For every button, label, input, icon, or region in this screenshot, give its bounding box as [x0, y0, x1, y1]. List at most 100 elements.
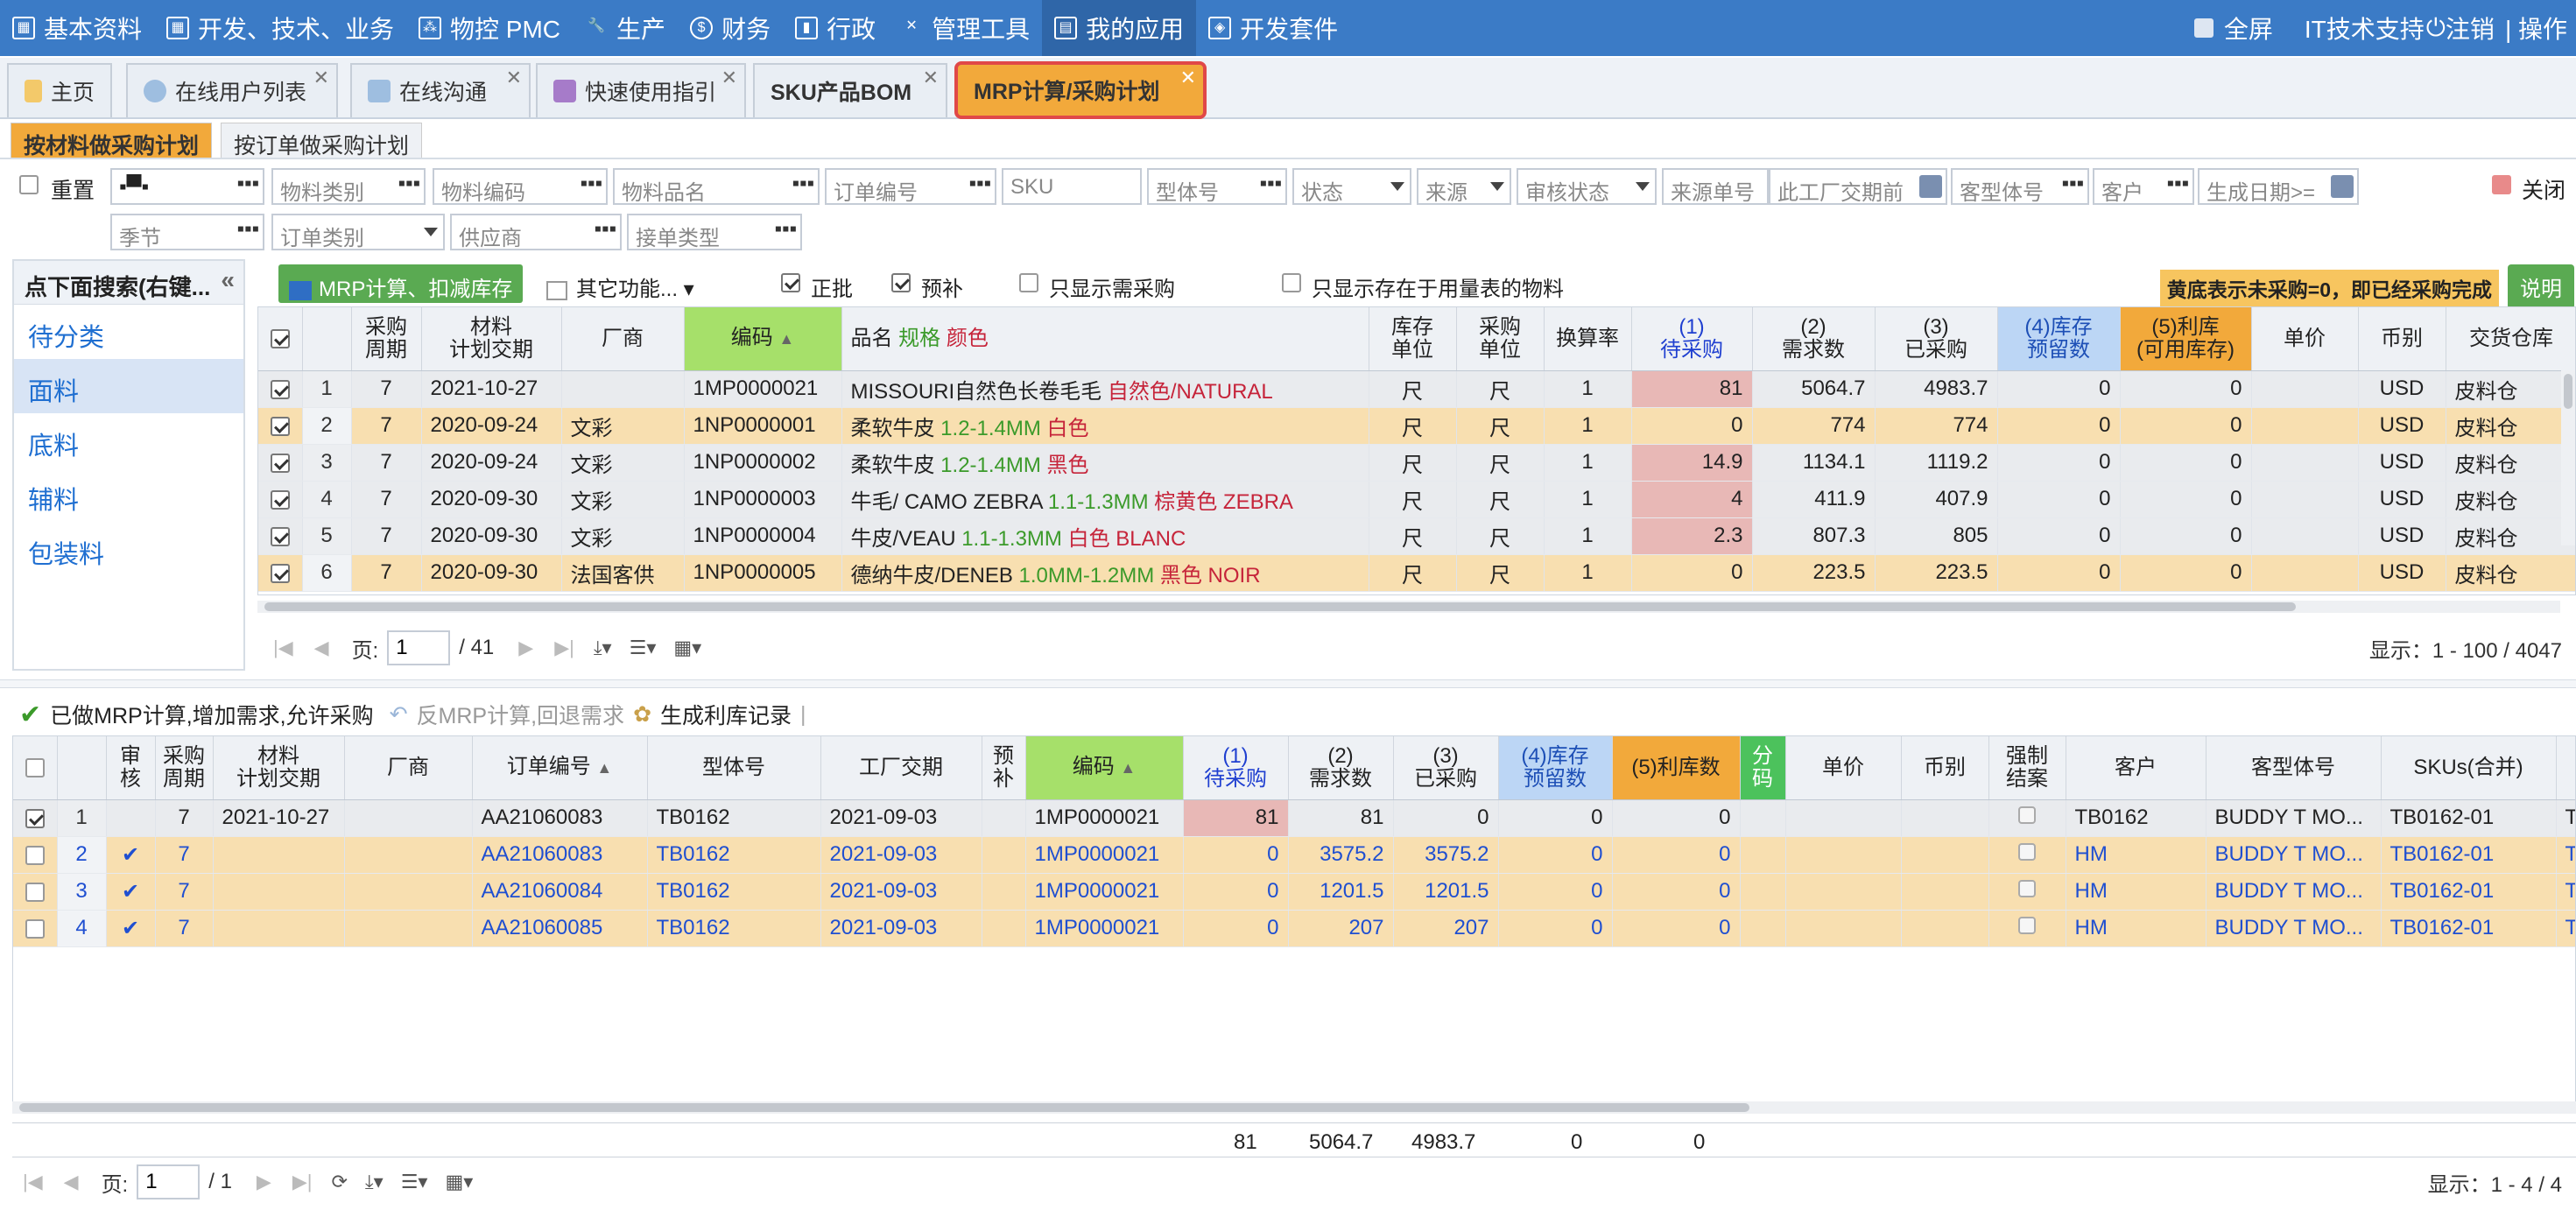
next-page-icon[interactable]: ▶: [257, 1171, 271, 1193]
col-purchased[interactable]: (3) 已采购: [1393, 736, 1499, 800]
subtab-by-material[interactable]: 按材料做采购计划: [11, 123, 213, 158]
last-page-icon[interactable]: ▶|: [554, 637, 574, 659]
table-row[interactable]: 1 7 2021-10-27 1MP0000021 MISSOURI自然色长卷毛毛 自然…: [258, 370, 2575, 408]
prev-page-icon[interactable]: ◀: [314, 637, 329, 659]
logout-link[interactable]: 注销: [2446, 11, 2495, 46]
force-close-cell[interactable]: [1988, 836, 2066, 874]
col-plan-date[interactable]: 材料 计划交期: [421, 307, 562, 371]
filter-source-no[interactable]: 来源单号: [1662, 168, 1769, 205]
first-page-icon[interactable]: |◀: [273, 637, 293, 659]
select-all-checkbox-cell[interactable]: [258, 307, 303, 371]
fullscreen-label[interactable]: 全屏: [2224, 11, 2273, 46]
filter-field-0[interactable]: ▪▀▪ ▪▪▪: [110, 168, 264, 205]
col-customer[interactable]: 客户: [2066, 736, 2206, 800]
last-page-icon[interactable]: ▶|: [292, 1171, 313, 1193]
nav-pmc[interactable]: ⁂ 物控 PMC: [406, 0, 573, 56]
reset-label[interactable]: 重置: [51, 173, 95, 205]
table-row[interactable]: 5 7 2020-09-30 文彩 1NP0000004 牛皮/VEAU 1.1-1.3M…: [258, 517, 2575, 555]
list-view-icon[interactable]: ☰▾: [401, 1171, 428, 1193]
col-vendor[interactable]: 厂商: [561, 307, 685, 371]
undo-mrp-button[interactable]: 反MRP计算,回退需求: [417, 699, 625, 730]
fullscreen-checkbox[interactable]: [2193, 18, 2214, 38]
generate-record-button[interactable]: 生成利库记录: [660, 699, 792, 730]
table-view-icon[interactable]: ▦▾: [445, 1171, 473, 1193]
category-item-sole[interactable]: 底料: [14, 413, 243, 468]
filter-customer-model[interactable]: 客型体号 ▪▪▪: [1951, 168, 2089, 205]
explain-button[interactable]: 说明: [2508, 264, 2574, 309]
col-demand[interactable]: (2) 需求数: [1288, 736, 1394, 800]
power-icon[interactable]: ⏻: [2426, 14, 2446, 43]
force-close-cell[interactable]: [1988, 873, 2066, 911]
category-item-fabric[interactable]: 面料: [14, 359, 243, 413]
only-need-checkbox[interactable]: [1019, 273, 1038, 292]
close-icon[interactable]: ✕: [923, 67, 939, 89]
col-reserved[interactable]: (4)库存 预留数: [1498, 736, 1613, 800]
list-view-icon[interactable]: ☰▾: [630, 637, 657, 659]
filter-season[interactable]: 季节 ▪▪▪: [110, 214, 264, 250]
first-page-icon[interactable]: |◀: [23, 1171, 43, 1193]
nav-production[interactable]: 🔧 生产: [573, 0, 678, 56]
table-row[interactable]: 3 7 2020-09-24 文彩 1NP0000002 柔软牛皮 1.2-1.4MM 黑…: [258, 444, 2575, 482]
nav-my-apps[interactable]: ▤ 我的应用: [1042, 0, 1197, 56]
filter-material-code[interactable]: 物料编码 ▪▪▪: [433, 168, 608, 205]
subtab-by-order[interactable]: 按订单做采购计划: [221, 123, 423, 158]
col-currency[interactable]: 币别: [2358, 307, 2446, 371]
tab-home[interactable]: 主页: [7, 63, 112, 117]
other-functions-menu[interactable]: 其它功能... ▾: [546, 271, 694, 302]
row-checkbox[interactable]: [270, 453, 290, 473]
table-row[interactable]: 6 7 2020-09-30 法国客供 1NP0000005 德纳牛皮/DENEB 1.0…: [258, 554, 2575, 592]
row-checkbox-cell[interactable]: [13, 836, 58, 874]
filter-order-no[interactable]: 订单编号 ▪▪▪: [825, 168, 996, 205]
close-icon[interactable]: ✕: [721, 67, 737, 89]
force-close-checkbox[interactable]: [2018, 880, 2036, 897]
col-price[interactable]: 单价: [1785, 736, 1902, 800]
row-checkbox-cell[interactable]: [258, 481, 303, 518]
col-yubu[interactable]: 预 补: [982, 736, 1026, 800]
col-order-no[interactable]: 订单编号 ▲: [472, 736, 648, 800]
nav-admin[interactable]: ▮ 行政: [783, 0, 888, 56]
row-checkbox-cell[interactable]: [258, 444, 303, 482]
prev-page-icon[interactable]: ◀: [64, 1171, 79, 1193]
tab-quick-guide[interactable]: 快速使用指引 ✕: [536, 63, 746, 117]
calendar-icon[interactable]: [2331, 175, 2354, 198]
close-icon[interactable]: ✕: [506, 67, 522, 89]
category-item-unclassified[interactable]: 待分类: [14, 305, 243, 359]
page-input[interactable]: [137, 1164, 201, 1199]
vertical-scrollbar[interactable]: [2561, 370, 2575, 545]
filter-audit-status-select[interactable]: 审核状态: [1517, 168, 1657, 205]
col-stock-unit[interactable]: 库存 单位: [1369, 307, 1457, 371]
nav-finance[interactable]: $ 财务: [678, 0, 783, 56]
table-row[interactable]: 4 7 2020-09-30 文彩 1NP0000003 牛毛/ CAMO ZEBRA 1…: [258, 481, 2575, 518]
ops-menu[interactable]: | 操作: [2505, 11, 2567, 46]
row-checkbox[interactable]: [25, 845, 45, 865]
table-row[interactable]: 4 ✔ 7 AA21060085 TB0162 2021-09-03 1MP0000021 0…: [13, 910, 2575, 947]
nav-dev-tech[interactable]: ▦ 开发、技术、业务: [154, 0, 406, 56]
row-checkbox-cell[interactable]: [258, 517, 303, 555]
col-price[interactable]: 单价: [2251, 307, 2359, 371]
col-skus[interactable]: SKUs(合并): [2381, 736, 2557, 800]
close-icon[interactable]: ✕: [1180, 67, 1196, 89]
row-checkbox[interactable]: [25, 882, 45, 902]
filter-customer[interactable]: 客户 ▪▪▪: [2093, 168, 2194, 205]
filter-supplier[interactable]: 供应商 ▪▪▪: [450, 214, 622, 250]
download-icon[interactable]: ⤓▾: [594, 637, 612, 659]
col-currency[interactable]: 币别: [1901, 736, 1989, 800]
material-horizontal-scrollbar[interactable]: [257, 601, 2560, 613]
table-row[interactable]: 1 7 2021-10-27 AA21060083 TB0162 2021-09-03 1M…: [13, 799, 2575, 837]
order-horizontal-scrollbar[interactable]: [12, 1101, 2576, 1114]
col-model[interactable]: 型体号: [647, 736, 821, 800]
col-reserved[interactable]: (4)库存 预留数: [1997, 307, 2121, 371]
col-fen-ma[interactable]: 分 码: [1740, 736, 1786, 800]
row-checkbox[interactable]: [270, 379, 290, 399]
tab-online-users[interactable]: 在线用户列表 ✕: [126, 63, 338, 117]
zhengpi-checkbox[interactable]: [781, 273, 800, 292]
filter-create-date[interactable]: 生成日期>=: [2198, 168, 2359, 205]
row-checkbox-cell[interactable]: [258, 370, 303, 408]
tab-sku-bom[interactable]: SKU产品BOM ✕: [753, 63, 947, 117]
col-factory-date[interactable]: 工厂交期: [820, 736, 982, 800]
yubu-checkbox[interactable]: [891, 273, 911, 292]
col-available[interactable]: (5)利库 (可用库存): [2120, 307, 2252, 371]
download-icon[interactable]: ⤓▾: [365, 1171, 384, 1193]
tab-online-chat[interactable]: 在线沟通 ✕: [350, 63, 531, 117]
table-row[interactable]: 3 ✔ 7 AA21060084 TB0162 2021-09-03 1MP0000021 0…: [13, 873, 2575, 911]
